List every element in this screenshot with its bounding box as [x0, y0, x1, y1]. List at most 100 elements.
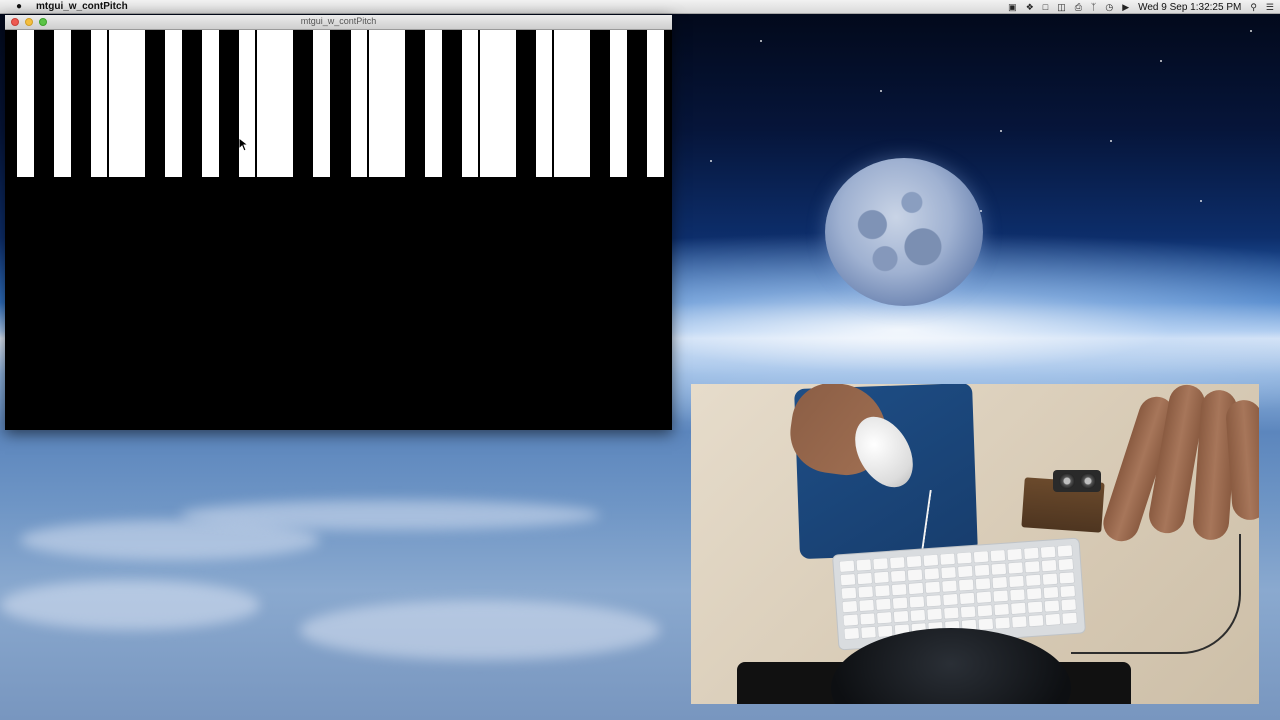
keycap — [1007, 561, 1024, 575]
keycap — [1006, 548, 1023, 561]
piano-key[interactable] — [128, 30, 145, 177]
bluetooth-icon[interactable]: ᛉ — [1091, 0, 1096, 14]
keycap — [908, 582, 924, 595]
keycap — [876, 611, 893, 624]
keycap — [960, 605, 976, 619]
app-menu-name[interactable]: mtgui_w_contPitch — [36, 1, 128, 12]
notification-center-icon[interactable]: ☰ — [1266, 0, 1274, 14]
keycap — [943, 606, 960, 620]
piano-key[interactable] — [536, 30, 553, 177]
piano-key[interactable] — [239, 30, 256, 177]
piano-key[interactable] — [17, 30, 34, 177]
apple-menu-icon[interactable]: ● — [14, 1, 24, 12]
piano-key[interactable] — [165, 30, 182, 177]
piano-key[interactable] — [388, 30, 405, 177]
keycap — [957, 565, 974, 578]
keycap — [959, 592, 975, 605]
keycap — [942, 593, 959, 606]
keycap — [1024, 560, 1041, 574]
piano-keyboard-canvas[interactable] — [5, 30, 672, 430]
keycap — [956, 551, 973, 565]
keycap — [1027, 601, 1043, 614]
keycap — [992, 589, 1009, 603]
piano-key[interactable] — [610, 30, 627, 177]
keycap — [856, 572, 873, 585]
keycap — [924, 581, 941, 594]
keycap — [1041, 559, 1057, 572]
piano-key[interactable] — [351, 30, 368, 177]
star — [1160, 60, 1162, 62]
star — [1000, 130, 1002, 132]
window-titlebar[interactable]: mtgui_w_contPitch — [5, 15, 672, 30]
piano-key[interactable] — [202, 30, 219, 177]
keycap — [1042, 572, 1058, 586]
clipboard-icon[interactable]: □ — [1043, 0, 1048, 14]
keycap — [1008, 575, 1025, 588]
menu-bar: ● mtgui_w_contPitch ▣ ❖ □ ◫ ⎙ ᛉ ◷ ▶ Wed … — [0, 0, 1280, 14]
keycap — [975, 577, 991, 590]
piano-key[interactable] — [479, 30, 499, 177]
keycap — [991, 576, 1008, 589]
keycap — [941, 579, 958, 593]
keycap — [1026, 587, 1043, 600]
keycap — [873, 571, 890, 584]
moon-image — [825, 158, 983, 306]
keycap — [990, 549, 1006, 562]
notes-icon[interactable]: ◫ — [1057, 0, 1066, 14]
spotlight-icon[interactable]: ⚲ — [1250, 0, 1257, 14]
keycap — [1009, 588, 1026, 602]
keycap — [958, 578, 975, 592]
star — [710, 160, 712, 162]
piano-key[interactable] — [91, 30, 108, 177]
piano-key[interactable] — [425, 30, 442, 177]
menu-clock[interactable]: Wed 9 Sep 1:32:25 PM — [1138, 2, 1241, 13]
star — [1200, 200, 1202, 202]
keycap — [939, 553, 956, 566]
piano-key[interactable] — [276, 30, 293, 177]
ultrasonic-sensor — [1053, 470, 1101, 492]
star — [1250, 30, 1252, 32]
keycap — [1043, 586, 1059, 599]
cloud — [300, 600, 660, 660]
key-divider — [478, 30, 480, 177]
piano-key[interactable] — [462, 30, 479, 177]
keycap — [906, 555, 922, 568]
key-divider — [552, 30, 554, 177]
piano-key[interactable] — [54, 30, 71, 177]
cloud — [180, 500, 600, 530]
keycap — [893, 610, 909, 623]
keycap — [977, 604, 993, 617]
keycap — [891, 583, 908, 596]
mouse-cursor-icon — [239, 138, 249, 152]
camera-icon[interactable]: ▣ — [1008, 0, 1017, 14]
piano-key[interactable] — [313, 30, 330, 177]
keycap — [909, 595, 925, 609]
piano-key[interactable] — [553, 30, 573, 177]
keycap — [1045, 613, 1061, 626]
time-machine-icon[interactable]: ◷ — [1105, 0, 1113, 14]
key-divider — [107, 30, 109, 177]
piano-key[interactable] — [647, 30, 664, 177]
piano-key[interactable] — [108, 30, 128, 177]
keycap — [1011, 615, 1028, 629]
keycap — [1044, 599, 1060, 613]
dropbox-icon[interactable]: ❖ — [1026, 0, 1034, 14]
star — [1110, 140, 1112, 142]
piano-key[interactable] — [368, 30, 388, 177]
keycap — [841, 586, 857, 600]
keycap — [923, 554, 939, 567]
printer-icon[interactable]: ⎙ — [1075, 0, 1082, 14]
piano-key[interactable] — [573, 30, 590, 177]
keycap — [842, 613, 859, 627]
volume-icon[interactable]: ▶ — [1122, 0, 1129, 14]
keycap — [926, 608, 943, 621]
keycap — [973, 550, 989, 564]
keycap — [843, 627, 860, 640]
keycap — [858, 599, 875, 612]
piano-keys[interactable] — [5, 30, 672, 430]
sensor-eye — [1059, 473, 1075, 489]
piano-key[interactable] — [256, 30, 276, 177]
piano-key[interactable] — [499, 30, 516, 177]
keycap — [859, 612, 876, 626]
keycap — [892, 596, 908, 610]
